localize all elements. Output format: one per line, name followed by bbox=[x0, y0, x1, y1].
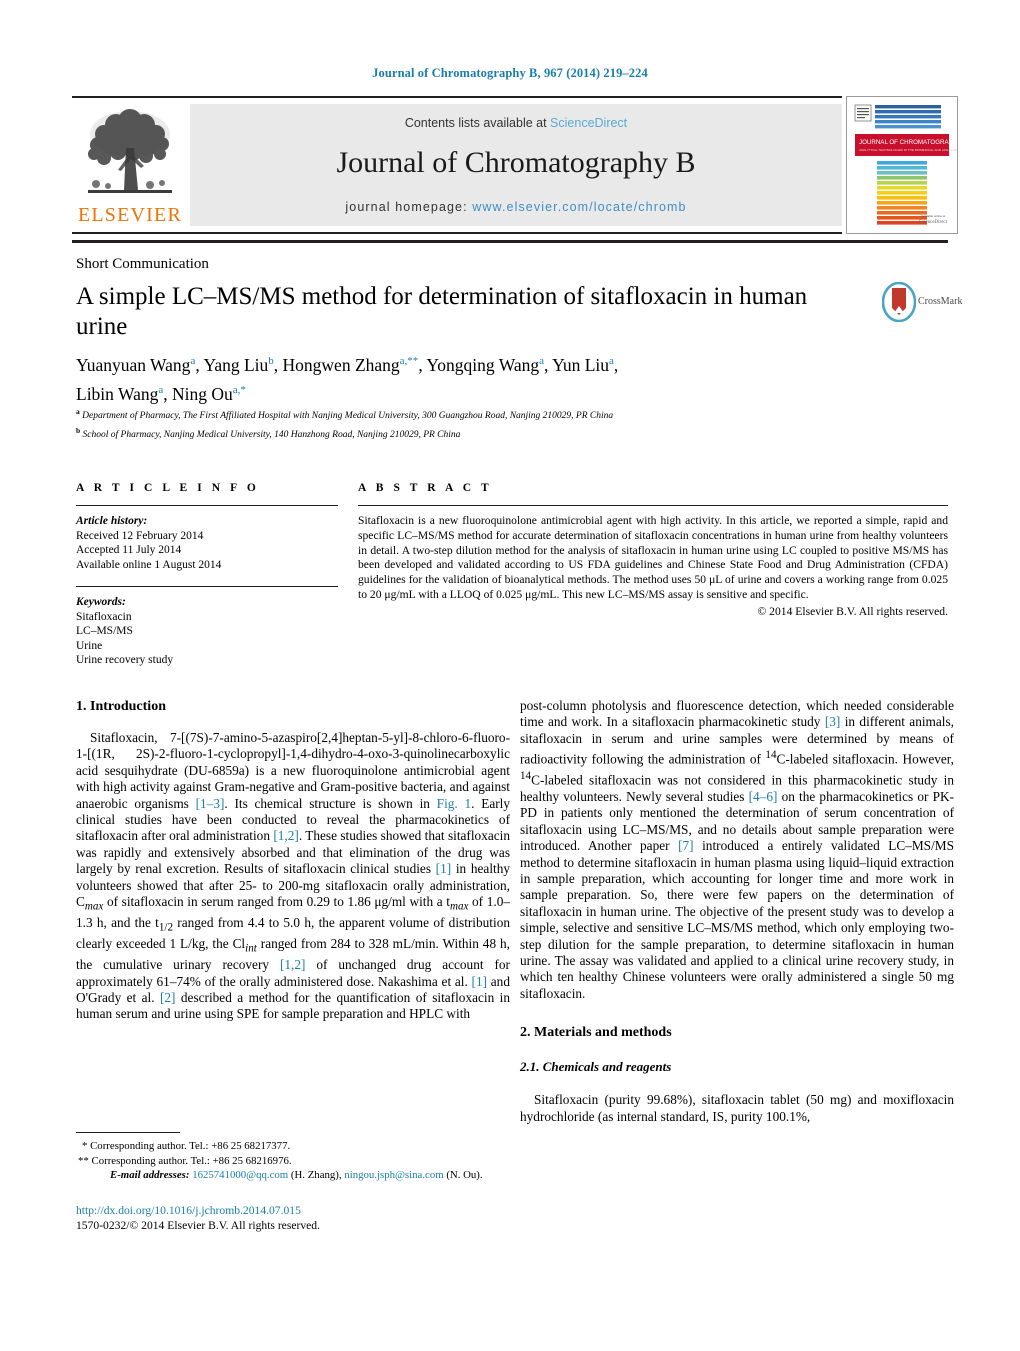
author-4: Yun Liua bbox=[552, 354, 614, 375]
article-type-label: Short Communication bbox=[76, 256, 209, 272]
elsevier-logo: ELSEVIER bbox=[74, 104, 186, 230]
abstract-block: A B S T R A C T Sitafloxacin is a new fl… bbox=[358, 482, 948, 618]
keyword-3: Urine recovery study bbox=[76, 654, 174, 666]
citation-4-6[interactable]: [4–6] bbox=[749, 789, 778, 804]
article-title: A simple LC–MS/MS method for determinati… bbox=[76, 283, 808, 340]
author-6: Ning Oua,* bbox=[172, 383, 246, 404]
citation-3[interactable]: [3] bbox=[825, 714, 841, 729]
footnote-corresponding-1: * Corresponding author. Tel.: +86 25 682… bbox=[82, 1140, 291, 1152]
section-heading-materials-methods: 2. Materials and methods bbox=[520, 1025, 672, 1041]
author-6-marks: a,* bbox=[232, 383, 246, 396]
history-online: Available online 1 August 2014 bbox=[76, 558, 222, 571]
journal-homepage-line: journal homepage: www.elsevier.com/locat… bbox=[190, 200, 842, 214]
author-2-marks: a,** bbox=[399, 355, 419, 367]
article-info-heading: A R T I C L E I N F O bbox=[76, 482, 260, 494]
footnote-corresponding-2: ** Corresponding author. Tel.: +86 25 68… bbox=[78, 1154, 292, 1167]
author-5: Libin Wanga bbox=[76, 383, 164, 404]
author-1-marks: b bbox=[268, 355, 274, 367]
abstract-rule bbox=[358, 505, 948, 506]
footnote-block: * Corresponding author. Tel.: +86 25 682… bbox=[76, 1139, 510, 1183]
svg-text:Available online at: Available online at bbox=[921, 214, 945, 218]
keywords-label: Keywords: bbox=[76, 596, 126, 608]
crossmark-icon bbox=[881, 281, 917, 323]
intro-paragraph-1: Sitafloxacin, 7-[(7S)-7-amino-5-azaspiro… bbox=[76, 730, 510, 1022]
journal-homepage-link[interactable]: www.elsevier.com/locate/chromb bbox=[472, 200, 686, 214]
doi-block: http://dx.doi.org/10.1016/j.jchromb.2014… bbox=[76, 1203, 510, 1233]
running-head: Journal of Chromatography B, 967 (2014) … bbox=[372, 66, 648, 80]
author-5-marks: a bbox=[158, 383, 164, 396]
affiliation-list: a Department of Pharmacy, The First Affi… bbox=[76, 405, 836, 442]
email-link-1[interactable]: 1625741000@qq.com bbox=[192, 1169, 288, 1181]
crossmark-label: CrossMark bbox=[918, 296, 963, 307]
citation-2[interactable]: [2] bbox=[160, 990, 176, 1005]
article-history-label: Article history: bbox=[76, 515, 148, 527]
journal-cover-art: JOURNAL OF CHROMATOGRAPHY B ANALYTICAL T… bbox=[847, 97, 957, 233]
keyword-1: LC–MS/MS bbox=[76, 625, 133, 637]
svg-text:JOURNAL OF CHROMATOGRAPHY B: JOURNAL OF CHROMATOGRAPHY B bbox=[859, 139, 957, 146]
history-accepted: Accepted 11 July 2014 bbox=[76, 544, 182, 556]
citation-7[interactable]: [7] bbox=[678, 838, 694, 853]
contents-list-line: Contents lists available at ScienceDirec… bbox=[190, 116, 842, 130]
footnote-separator-rule bbox=[76, 1132, 180, 1133]
doi-link[interactable]: http://dx.doi.org/10.1016/j.jchromb.2014… bbox=[76, 1203, 510, 1218]
keywords-block: Keywords: Sitafloxacin LC–MS/MS Urine Ur… bbox=[76, 595, 338, 668]
citation-1-2[interactable]: [1,2] bbox=[273, 828, 298, 843]
chemicals-paragraph-1: Sitafloxacin (purity 99.68%), sitafloxac… bbox=[520, 1092, 954, 1124]
email-link-2[interactable]: ningou.jsph@sina.com bbox=[344, 1169, 443, 1181]
article-info-block: A R T I C L E I N F O Article history: R… bbox=[76, 482, 338, 668]
citation-1[interactable]: [1] bbox=[436, 861, 452, 876]
author-4-marks: a bbox=[609, 355, 614, 367]
keyword-0: Sitafloxacin bbox=[76, 610, 132, 623]
author-1: Yang Liub bbox=[203, 354, 274, 375]
article-info-rule bbox=[76, 505, 338, 506]
elsevier-tree-icon bbox=[88, 109, 172, 193]
contents-prefix: Contents lists available at bbox=[404, 116, 551, 130]
affiliation-a-mark: a bbox=[76, 407, 80, 416]
sciencedirect-link[interactable]: ScienceDirect bbox=[550, 116, 627, 130]
abstract-heading: A B S T R A C T bbox=[358, 482, 493, 494]
email-addresses-label: E-mail addresses: bbox=[110, 1169, 190, 1182]
author-list: Yuanyuan Wanga, Yang Liub, Hongwen Zhang… bbox=[76, 354, 619, 404]
intro-paragraph-continued: post-column photolysis and fluorescence … bbox=[520, 698, 954, 1001]
crossmark-badge[interactable]: CrossMark bbox=[881, 281, 963, 330]
keywords-rule bbox=[76, 586, 338, 587]
homepage-prefix: journal homepage: bbox=[345, 200, 473, 214]
section-heading-introduction: 1. Introduction bbox=[76, 699, 166, 714]
elsevier-wordmark: ELSEVIER bbox=[77, 204, 183, 226]
masthead-rule-bottom bbox=[72, 232, 842, 234]
author-0: Yuanyuan Wanga bbox=[76, 354, 196, 375]
author-3-marks: a bbox=[539, 355, 545, 367]
affiliation-a: a Department of Pharmacy, The First Affi… bbox=[76, 407, 614, 422]
keyword-2: Urine bbox=[76, 639, 103, 652]
body-column-right: post-column photolysis and fluorescence … bbox=[520, 698, 954, 1125]
journal-masthead: ELSEVIER Contents lists available at Sci… bbox=[72, 96, 958, 236]
article-history: Article history: Received 12 February 20… bbox=[76, 514, 338, 572]
svg-text:ANALYTICAL TECHNOLOGIES IN THE: ANALYTICAL TECHNOLOGIES IN THE BIOMEDICA… bbox=[859, 148, 957, 152]
header-separator-rule bbox=[72, 240, 948, 243]
masthead-band: Contents lists available at ScienceDirec… bbox=[190, 104, 842, 226]
citation-1-3[interactable]: [1–3] bbox=[196, 796, 225, 811]
citation-1b[interactable]: [1] bbox=[472, 974, 488, 989]
affiliation-b-mark: b bbox=[76, 425, 81, 435]
subsection-heading-chemicals: 2.1. Chemicals and reagents bbox=[520, 1059, 672, 1075]
abstract-text: Sitafloxacin is a new fluoroquinolone an… bbox=[358, 514, 948, 601]
issn-copyright-line: 1570-0232/© 2014 Elsevier B.V. All right… bbox=[76, 1219, 320, 1232]
footnote-emails: E-mail addresses: 1625741000@qq.com (H. … bbox=[110, 1169, 483, 1182]
history-received: Received 12 February 2014 bbox=[76, 529, 204, 542]
abstract-copyright: © 2014 Elsevier B.V. All rights reserved… bbox=[757, 604, 948, 618]
author-3: Yongqing Wanga bbox=[426, 354, 545, 375]
masthead-rule-top bbox=[72, 96, 842, 98]
body-column-left: 1. Introduction Sitafloxacin, 7-[(7S)-7-… bbox=[76, 698, 510, 1023]
figure-link-1[interactable]: Fig. 1 bbox=[437, 796, 471, 811]
citation-1-2b[interactable]: [1,2] bbox=[280, 957, 305, 972]
journal-title: Journal of Chromatography B bbox=[336, 146, 696, 179]
journal-cover-thumbnail: JOURNAL OF CHROMATOGRAPHY B ANALYTICAL T… bbox=[846, 96, 958, 234]
journal-article-page: Journal of Chromatography B, 967 (2014) … bbox=[0, 0, 1020, 1351]
svg-text:ScienceDirect: ScienceDirect bbox=[919, 220, 948, 225]
author-2: Hongwen Zhanga,** bbox=[282, 354, 419, 375]
author-0-marks: a bbox=[190, 355, 196, 367]
affiliation-b: b School of Pharmacy, Nanjing Medical Un… bbox=[76, 425, 461, 440]
